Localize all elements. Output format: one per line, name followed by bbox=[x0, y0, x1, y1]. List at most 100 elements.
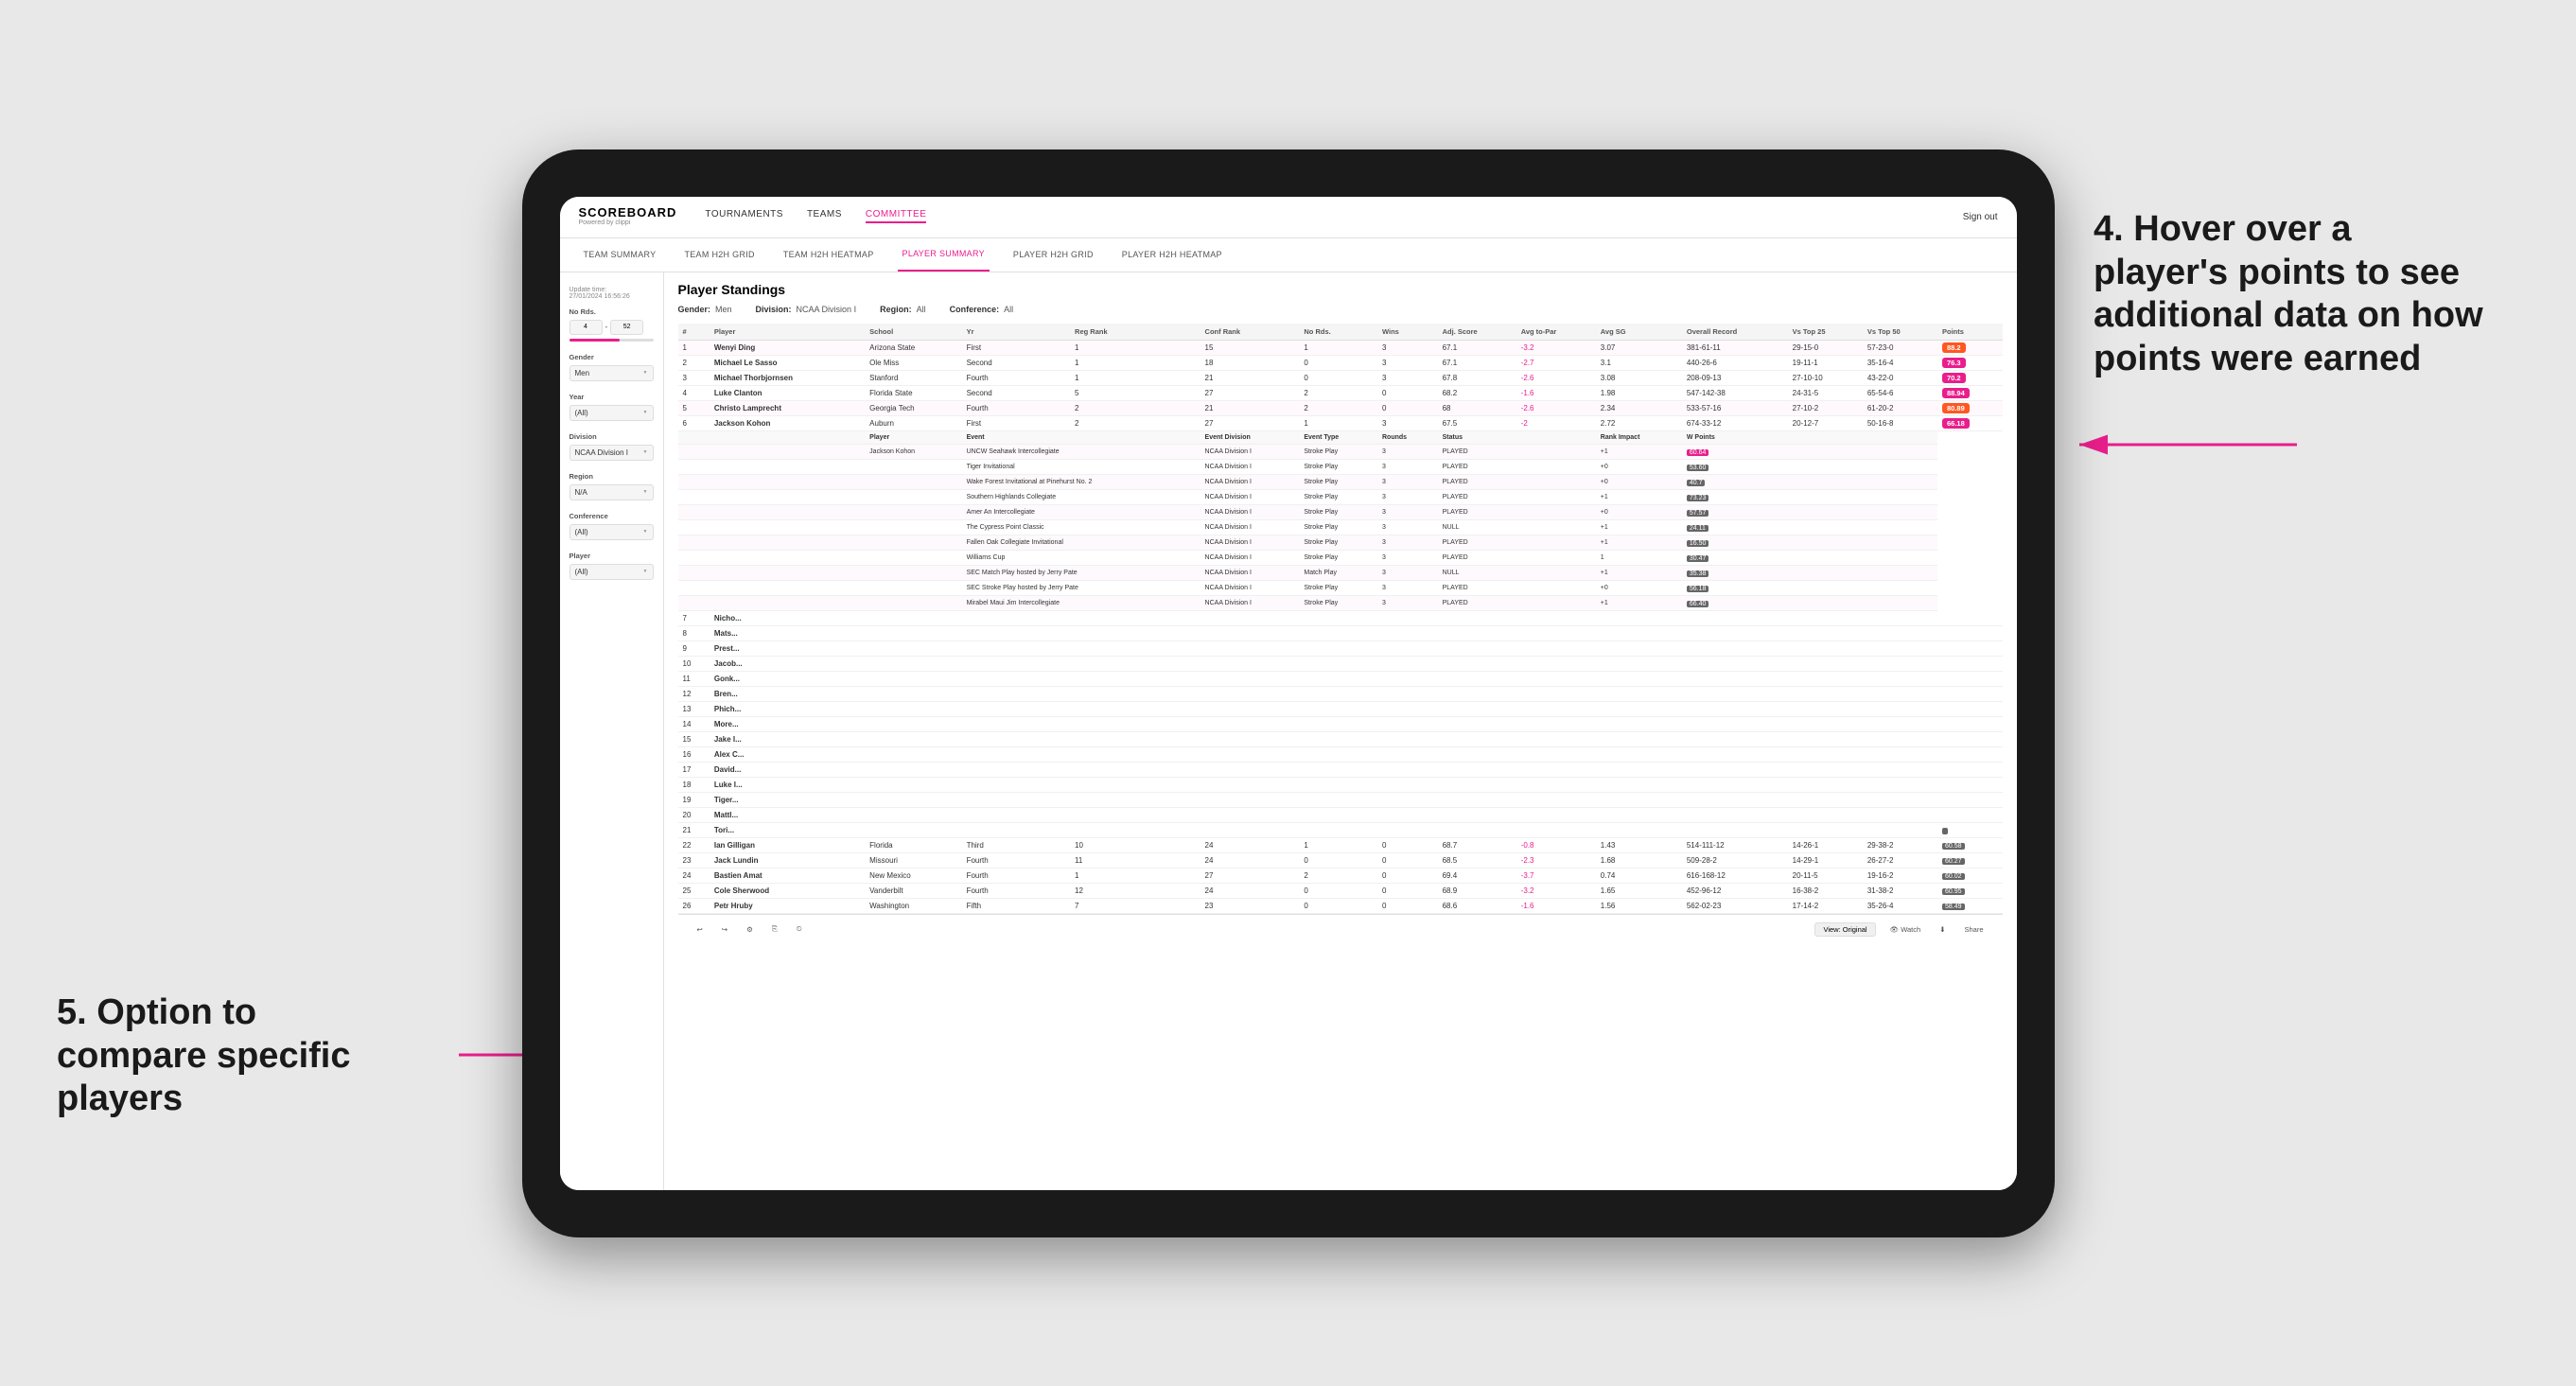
tooltip-row: Tiger Invitational NCAA Division I Strok… bbox=[678, 459, 2003, 474]
redo-button[interactable]: ↪ bbox=[717, 923, 732, 936]
cell-points[interactable]: 80.89 bbox=[1937, 400, 2003, 415]
table-row[interactable]: 14 More... bbox=[678, 716, 2003, 731]
cell-avg-par: -2.7 bbox=[1516, 355, 1596, 370]
cell-adj-score: 67.1 bbox=[1438, 340, 1516, 355]
col-overall: Overall Record bbox=[1682, 324, 1788, 341]
cell-points[interactable]: 76.3 bbox=[1937, 355, 2003, 370]
table-row[interactable]: 16 Alex C... bbox=[678, 746, 2003, 762]
copy-button[interactable]: ⎘ bbox=[767, 922, 782, 936]
cell-points[interactable]: 88.2 bbox=[1937, 340, 2003, 355]
table-row[interactable]: 6 Jackson Kohon Auburn First 2 27 1 3 67… bbox=[678, 415, 2003, 430]
settings-button[interactable]: ⚙ bbox=[742, 923, 758, 936]
filter-division-label: Division: bbox=[756, 305, 792, 314]
share-button[interactable]: Share bbox=[1959, 923, 1988, 936]
view-original-button[interactable]: View: Original bbox=[1814, 922, 1875, 937]
sub-nav-team-h2h-grid[interactable]: TEAM H2H GRID bbox=[679, 237, 759, 272]
sub-nav-team-summary[interactable]: TEAM SUMMARY bbox=[579, 237, 661, 272]
update-time-section: Update time: 27/01/2024 16:56:26 bbox=[570, 287, 654, 300]
cell-reg-rank: 1 bbox=[1070, 370, 1200, 385]
table-row[interactable]: 18 Luke I... bbox=[678, 777, 2003, 792]
sidebar-filters: Update time: 27/01/2024 16:56:26 No Rds.… bbox=[560, 272, 664, 1190]
cell-school: Florida State bbox=[865, 385, 961, 400]
cell-overall: 533-57-16 bbox=[1682, 400, 1788, 415]
col-reg-rank: Reg Rank bbox=[1070, 324, 1200, 341]
table-row[interactable]: 19 Tiger... bbox=[678, 792, 2003, 807]
player-label: Player bbox=[570, 552, 654, 560]
cell-points[interactable]: 88.94 bbox=[1937, 385, 2003, 400]
table-row[interactable]: 2 Michael Le Sasso Ole Miss Second 1 18 … bbox=[678, 355, 2003, 370]
no-rds-max-input[interactable] bbox=[610, 320, 643, 335]
table-row[interactable]: 25 Cole Sherwood Vanderbilt Fourth 12 24… bbox=[678, 883, 2003, 898]
table-row[interactable]: 1 Wenyi Ding Arizona State First 1 15 1 … bbox=[678, 340, 2003, 355]
col-vs25: Vs Top 25 bbox=[1788, 324, 1863, 341]
clock-button[interactable]: ⏲ bbox=[792, 922, 807, 936]
year-label: Year bbox=[570, 393, 654, 401]
logo-title: SCOREBOARD bbox=[579, 206, 677, 219]
table-row[interactable]: 7 Nicho... bbox=[678, 610, 2003, 625]
main-content: Update time: 27/01/2024 16:56:26 No Rds.… bbox=[560, 272, 2017, 1190]
sub-nav-player-summary[interactable]: PLAYER SUMMARY bbox=[898, 237, 990, 272]
table-row[interactable]: 13 Phich... bbox=[678, 701, 2003, 716]
table-row[interactable]: 4 Luke Clanton Florida State Second 5 27… bbox=[678, 385, 2003, 400]
sub-nav-player-h2h-grid[interactable]: PLAYER H2H GRID bbox=[1008, 237, 1098, 272]
cell-vs50: 57-23-0 bbox=[1863, 340, 1937, 355]
table-row[interactable]: 11 Gonk... bbox=[678, 671, 2003, 686]
cell-vs25: 24-31-5 bbox=[1788, 385, 1863, 400]
cell-adj-score: 68 bbox=[1438, 400, 1516, 415]
cell-points[interactable]: 70.2 bbox=[1937, 370, 2003, 385]
table-row[interactable]: 22 Ian Gilligan Florida Third 10 24 1 0 … bbox=[678, 837, 2003, 852]
table-row[interactable]: 8 Mats... bbox=[678, 625, 2003, 640]
cell-no-rds: 1 bbox=[1299, 415, 1377, 430]
region-dropdown[interactable]: N/A bbox=[570, 484, 654, 500]
annotation-left: 5. Option to compare specific players bbox=[57, 991, 416, 1121]
filter-conference-label: Conference: bbox=[950, 305, 1000, 314]
conference-dropdown[interactable]: (All) bbox=[570, 524, 654, 540]
table-row[interactable]: 21 Tori... bbox=[678, 822, 2003, 837]
undo-button[interactable]: ↩ bbox=[692, 923, 708, 936]
outer-background: 5. Option to compare specific players 4.… bbox=[0, 0, 2576, 1386]
bottom-bar: ↩ ↪ ⚙ ⎘ ⏲ View: Original 👁 Watch ⬇ Share bbox=[678, 914, 2003, 944]
cell-no-rds: 0 bbox=[1299, 355, 1377, 370]
watch-button[interactable]: 👁 Watch bbox=[1885, 923, 1926, 936]
no-rds-slider[interactable] bbox=[570, 339, 654, 342]
table-row[interactable]: 12 Bren... bbox=[678, 686, 2003, 701]
standings-table: # Player School Yr Reg Rank Conf Rank No… bbox=[678, 324, 2003, 914]
gender-dropdown[interactable]: Men bbox=[570, 365, 654, 381]
table-row[interactable]: 24 Bastien Amat New Mexico Fourth 1 27 2… bbox=[678, 868, 2003, 883]
sub-nav-team-h2h-heatmap[interactable]: TEAM H2H HEATMAP bbox=[779, 237, 879, 272]
nav-committee[interactable]: COMMITTEE bbox=[866, 209, 927, 223]
cell-avg-par: -2 bbox=[1516, 415, 1596, 430]
table-row[interactable]: 26 Petr Hruby Washington Fifth 7 23 0 0 … bbox=[678, 898, 2003, 913]
table-row[interactable]: 9 Prest... bbox=[678, 640, 2003, 656]
nav-tournaments[interactable]: TOURNAMENTS bbox=[705, 209, 783, 223]
table-row[interactable]: 5 Christo Lamprecht Georgia Tech Fourth … bbox=[678, 400, 2003, 415]
player-dropdown[interactable]: (All) bbox=[570, 564, 654, 580]
year-dropdown[interactable]: (All) bbox=[570, 405, 654, 421]
nav-teams[interactable]: TEAMS bbox=[807, 209, 842, 223]
filter-gender: Gender: Men bbox=[678, 305, 732, 314]
sign-out-link[interactable]: Sign out bbox=[1963, 212, 1998, 222]
download-button[interactable]: ⬇ bbox=[1935, 923, 1950, 936]
sub-nav-player-h2h-heatmap[interactable]: PLAYER H2H HEATMAP bbox=[1117, 237, 1227, 272]
division-dropdown[interactable]: NCAA Division I bbox=[570, 445, 654, 461]
table-row[interactable]: 3 Michael Thorbjornsen Stanford Fourth 1… bbox=[678, 370, 2003, 385]
cell-conf-rank: 21 bbox=[1200, 370, 1300, 385]
no-rds-min-input[interactable] bbox=[570, 320, 603, 335]
cell-rank: 6 bbox=[678, 415, 710, 430]
col-no-rds: No Rds. bbox=[1299, 324, 1377, 341]
filter-conference: Conference: All bbox=[950, 305, 1014, 314]
division-section: Division NCAA Division I bbox=[570, 432, 654, 461]
conference-section: Conference (All) bbox=[570, 512, 654, 540]
filter-conference-value: All bbox=[1004, 305, 1013, 314]
annotation-right: 4. Hover over a player's points to see a… bbox=[2094, 208, 2491, 380]
cell-rank: 7 bbox=[678, 610, 710, 625]
table-row[interactable]: 15 Jake I... bbox=[678, 731, 2003, 746]
table-row[interactable]: 20 Mattl... bbox=[678, 807, 2003, 822]
cell-player: Christo Lamprecht bbox=[710, 400, 865, 415]
annotation-left-text: 5. Option to compare specific players bbox=[57, 992, 350, 1118]
table-row[interactable]: 17 David... bbox=[678, 762, 2003, 777]
table-row[interactable]: 23 Jack Lundin Missouri Fourth 11 24 0 0… bbox=[678, 852, 2003, 868]
cell-points[interactable]: 66.18 bbox=[1937, 415, 2003, 430]
table-row[interactable]: 10 Jacob... bbox=[678, 656, 2003, 671]
col-vs50: Vs Top 50 bbox=[1863, 324, 1937, 341]
